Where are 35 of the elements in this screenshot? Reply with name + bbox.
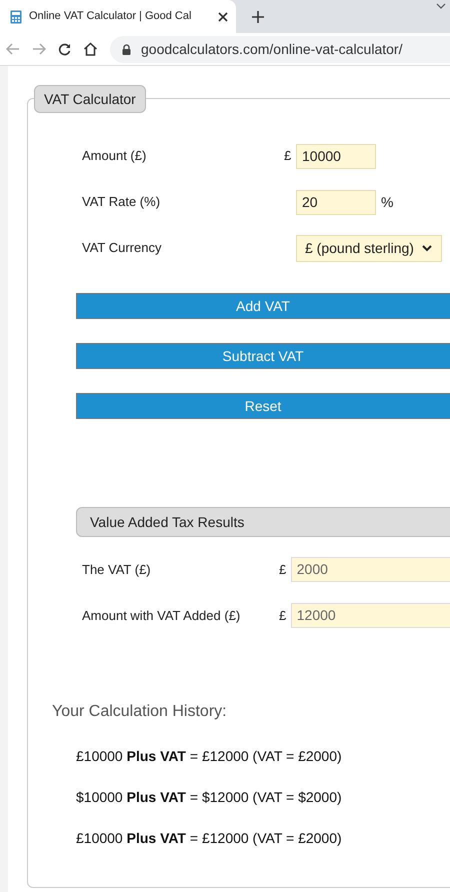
number-input[interactable]: 10000	[296, 144, 376, 168]
panel-legend: VAT Calculator	[34, 85, 146, 113]
field-label: VAT Rate (%)	[82, 193, 162, 212]
calculator-icon	[10, 10, 22, 24]
home-icon[interactable]	[83, 42, 98, 56]
close-icon[interactable]	[218, 12, 228, 22]
field-label: The VAT (£)	[82, 560, 152, 579]
tab-title: Online VAT Calculator | Good Cal	[29, 9, 192, 24]
new-tab-icon[interactable]	[252, 11, 264, 23]
url-text: goodcalculators.com/online-vat-calculator/	[141, 40, 402, 59]
number-input[interactable]: 20	[296, 190, 376, 214]
currency-select[interactable]: £ (pound sterling)	[296, 234, 442, 262]
lock-icon	[122, 44, 131, 54]
browser-tab[interactable]: Online VAT Calculator | Good Cal	[0, 0, 236, 33]
field-label: Amount with VAT Added (£)	[82, 606, 242, 625]
chevron-down-icon[interactable]	[436, 3, 446, 9]
history-heading: Your Calculation History:	[52, 702, 228, 722]
history-entry: $10000 Plus VAT = $12000 (VAT = $2000)	[76, 788, 343, 807]
action-button[interactable]: Reset	[76, 393, 450, 419]
chevron-down-icon	[422, 244, 432, 252]
history-entry: £10000 Plus VAT = £12000 (VAT = £2000)	[76, 747, 343, 766]
action-button[interactable]: Add VAT	[76, 293, 450, 319]
unit-label: %	[381, 192, 394, 212]
result-field: 12000	[290, 603, 450, 628]
field-label: VAT Currency	[82, 239, 162, 258]
history-entry: £10000 Plus VAT = £12000 (VAT = £2000)	[76, 829, 343, 848]
address-bar[interactable]: goodcalculators.com/online-vat-calculator/	[110, 36, 450, 62]
section-header: Value Added Tax Results	[76, 507, 450, 537]
reload-icon[interactable]	[58, 42, 71, 56]
action-button[interactable]: Subtract VAT	[76, 343, 450, 369]
result-field: 2000	[290, 557, 450, 582]
field-label: Amount (£)	[82, 147, 148, 166]
currency-symbol: £	[279, 608, 286, 623]
currency-symbol: £	[284, 148, 292, 164]
currency-symbol: £	[279, 562, 286, 577]
